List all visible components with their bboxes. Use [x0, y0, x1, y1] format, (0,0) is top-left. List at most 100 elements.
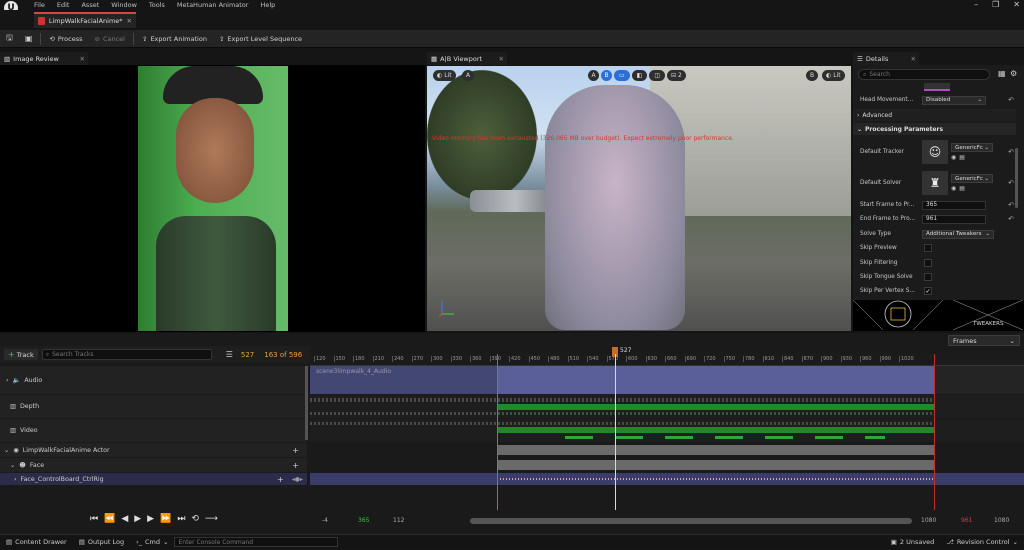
add-key-icon[interactable]: +: [277, 475, 284, 484]
close-panel-icon[interactable]: ✕: [499, 55, 504, 63]
close-tab-icon[interactable]: ✕: [127, 17, 132, 25]
menu-asset[interactable]: Asset: [81, 1, 99, 9]
solver-asset-thumbnail-icon[interactable]: ♜: [922, 171, 948, 195]
menu-file[interactable]: File: [34, 1, 45, 9]
track-row-control-rig[interactable]: › Face_ControlBoard_CtrlRig + ◂●▸: [0, 473, 307, 485]
track-row-actor[interactable]: ⌄ ◉ LimpWalkFacialAnime Actor +: [0, 443, 307, 457]
step-back-icon[interactable]: ◀: [121, 514, 128, 524]
view-range-start[interactable]: -4: [322, 517, 328, 524]
details-search-input[interactable]: ⌕ Search: [858, 69, 990, 80]
ab-toggle-b[interactable]: B: [601, 70, 612, 81]
playback-range-end[interactable]: 961: [961, 517, 972, 524]
dual-view-button[interactable]: ◫: [649, 70, 666, 81]
search-tracks-input[interactable]: ⌕ Search Tracks: [41, 349, 212, 360]
play-icon[interactable]: ▶: [134, 514, 141, 524]
loop-icon[interactable]: ⟲: [191, 514, 199, 524]
ab-toggle-a[interactable]: A: [588, 70, 599, 81]
range-start-marker[interactable]: [497, 354, 498, 510]
details-scrollbar[interactable]: [1015, 148, 1018, 208]
content-drawer-button[interactable]: ▤ Content Drawer: [0, 535, 73, 550]
browse-button[interactable]: ▣: [19, 32, 39, 46]
export-level-sequence-button[interactable]: ⇪ Export Level Sequence: [213, 32, 308, 46]
reset-arrow-icon[interactable]: ↶: [1008, 148, 1014, 156]
jump-to-end-icon[interactable]: ⏭: [177, 514, 185, 524]
tracker-dropdown[interactable]: GenericFc ⌄: [951, 143, 993, 152]
next-key-icon[interactable]: ⏩: [160, 514, 171, 524]
reset-arrow-icon[interactable]: ↶: [1008, 179, 1014, 187]
previous-key-icon[interactable]: ⏪: [104, 514, 115, 524]
single-view-button[interactable]: ▭: [614, 70, 630, 81]
jump-to-start-icon[interactable]: ⏮: [90, 514, 98, 524]
view-range-mid[interactable]: 112: [393, 517, 404, 524]
playback-range-start[interactable]: 365: [358, 517, 369, 524]
step-forward-icon[interactable]: ▶: [147, 514, 154, 524]
viewport-tab[interactable]: ▦ A|B Viewport ✕: [427, 52, 507, 65]
track-row-audio[interactable]: › 🔈 Audio: [0, 366, 307, 394]
unsaved-button[interactable]: ▣ 2 Unsaved: [885, 535, 941, 550]
view-range-end[interactable]: 1080: [921, 517, 936, 524]
output-log-button[interactable]: ▤ Output Log: [73, 535, 130, 550]
menu-help[interactable]: Help: [260, 1, 275, 9]
wipe-view-button[interactable]: ◧: [631, 70, 648, 81]
browse-folder-icon[interactable]: ▤: [959, 154, 965, 161]
cmd-dropdown[interactable]: ›_ Cmd ⌄: [130, 535, 174, 550]
reset-arrow-icon[interactable]: ↶: [1008, 215, 1014, 223]
right-view-b-badge[interactable]: B: [806, 70, 818, 81]
process-button[interactable]: ⟲ Process: [43, 32, 88, 46]
key-nav-icon[interactable]: ◂●▸: [292, 476, 303, 483]
cancel-button[interactable]: ⊘ Cancel: [89, 32, 131, 46]
close-window-button[interactable]: ✕: [1013, 0, 1020, 9]
menu-tools[interactable]: Tools: [149, 1, 165, 9]
use-selected-icon[interactable]: ◉: [951, 154, 956, 161]
close-panel-icon[interactable]: ✕: [911, 55, 916, 63]
frames-dropdown[interactable]: Frames ⌄: [948, 335, 1020, 346]
left-lit-button[interactable]: ◐ Lit: [433, 70, 456, 81]
add-subtrack-icon[interactable]: +: [292, 446, 299, 455]
processing-parameters-header[interactable]: ⌄ Processing Parameters: [853, 123, 1016, 135]
left-view-a-badge[interactable]: A: [462, 70, 474, 81]
maximize-button[interactable]: ❐: [992, 0, 999, 9]
skip-per-vertex-checkbox[interactable]: ✓: [924, 287, 932, 295]
console-command-input[interactable]: Enter Console Command: [174, 537, 339, 547]
track-row-face[interactable]: ⌄ ☻ Face +: [0, 458, 307, 472]
solve-type-dropdown[interactable]: Additional Tweakers ⌄: [922, 229, 994, 239]
close-panel-icon[interactable]: ✕: [80, 55, 85, 63]
track-row-video[interactable]: ▥ Video: [0, 419, 307, 442]
actor-section-bar[interactable]: [497, 445, 934, 455]
details-tab[interactable]: ☰ Details ✕: [853, 52, 919, 65]
timeline-ruler[interactable]: 120 150 180 210 240 270 300 330 360 390 420 450 480 5…: [310, 354, 1024, 366]
image-review-tab[interactable]: ▧ Image Review ✕: [0, 52, 88, 65]
browse-folder-icon[interactable]: ▤: [959, 185, 965, 192]
tracker-asset-thumbnail-icon[interactable]: ☺: [922, 140, 948, 164]
document-tab[interactable]: LimpWalkFacialAnime* ✕: [34, 12, 136, 28]
skip-filtering-checkbox[interactable]: [924, 259, 932, 267]
use-selected-icon[interactable]: ◉: [951, 185, 956, 192]
minimize-button[interactable]: –: [974, 0, 978, 9]
filter-icon[interactable]: ☰: [226, 350, 233, 359]
reset-arrow-icon[interactable]: ↶: [1008, 96, 1014, 104]
settings-gear-icon[interactable]: ⚙: [1010, 69, 1017, 78]
working-range-end[interactable]: 1080: [994, 517, 1009, 524]
add-track-button[interactable]: + Track: [4, 349, 38, 360]
head-movement-dropdown[interactable]: Disabled ⌄: [922, 95, 986, 105]
menu-metahuman-animator[interactable]: MetaHuman Animator: [177, 1, 249, 9]
add-subtrack-icon[interactable]: +: [292, 461, 299, 470]
face-section-bar[interactable]: [497, 460, 934, 470]
revision-control-button[interactable]: ⎇ Revision Control ⌄: [940, 535, 1024, 550]
track-list-scrollbar[interactable]: [305, 366, 308, 440]
export-animation-button[interactable]: ⇪ Export Animation: [136, 32, 213, 46]
menu-edit[interactable]: Edit: [57, 1, 70, 9]
property-matrix-icon[interactable]: ▦: [998, 69, 1006, 78]
track-row-depth[interactable]: ▥ Depth: [0, 395, 307, 418]
right-lit-button[interactable]: ◐ Lit: [822, 70, 845, 81]
save-button[interactable]: 🖫: [0, 32, 19, 46]
range-end-marker[interactable]: [934, 354, 935, 510]
menu-window[interactable]: Window: [111, 1, 137, 9]
audio-clip[interactable]: scene3limpwalk_4_Audio: [310, 366, 934, 394]
end-frame-input[interactable]: 961: [922, 214, 986, 224]
advanced-section-header[interactable]: › Advanced: [853, 109, 1016, 121]
skip-preview-checkbox[interactable]: [924, 244, 932, 252]
split-count-button[interactable]: ⊟ 2: [667, 70, 686, 81]
timeline-horizontal-scrollbar[interactable]: [470, 518, 912, 524]
skip-tongue-solve-checkbox[interactable]: [924, 273, 932, 281]
